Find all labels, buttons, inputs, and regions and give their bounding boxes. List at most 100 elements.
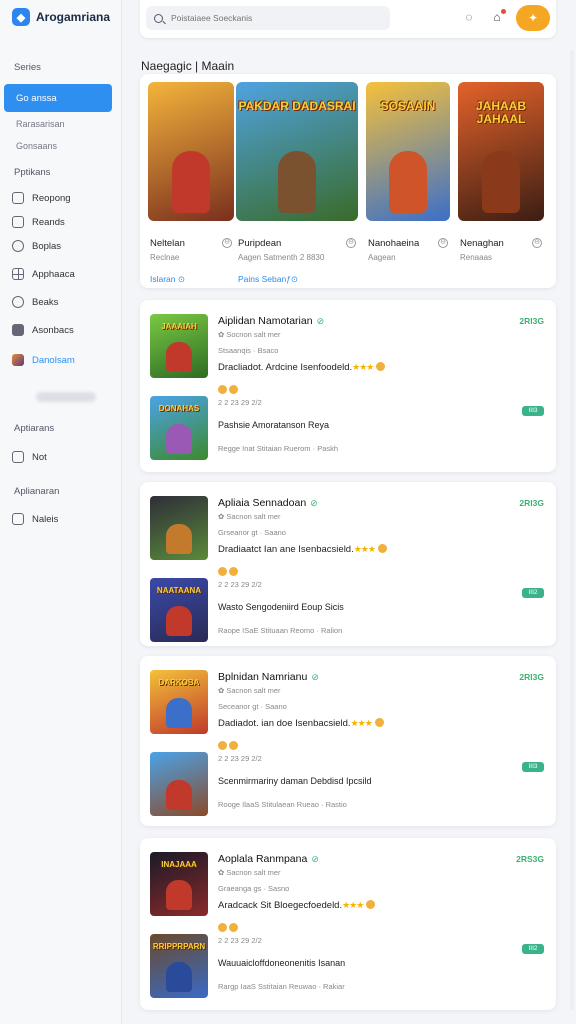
item-title[interactable]: Apliaia Sennadoan ⊘ [218,497,318,509]
reaction-icons[interactable] [218,562,240,580]
sidebar-item-active[interactable]: Go anssa [4,84,112,112]
item-footer: Rooge IlaaS Stitulaean Rueao · Rastio [218,800,347,809]
sidebar-item-apphaaca[interactable]: Apphaaca [12,268,75,280]
sidebar-item-naleis[interactable]: Naleis [12,513,58,525]
coin-icon [218,567,227,576]
scrollbar[interactable] [570,50,574,1010]
item-title[interactable]: Bplnidan Namrianu ⊘ [218,671,319,683]
bolt-button[interactable]: ✦ [516,5,550,31]
notification-dot [501,9,506,14]
game-thumbnail[interactable]: INAJAAA [150,852,208,916]
game-cover-text: PAKDAR DADASRAI [238,99,356,113]
game-character [166,342,192,372]
inbox-icon [12,451,24,463]
list-item[interactable]: JAAAIAH DONAHAS Aiplidan Namotarian ⊘ 2RI… [140,300,556,472]
sidebar-sub-item[interactable]: Gonsaans [16,141,57,151]
item-description-text: Dadiadot. ian doe Isenbacsield. [218,718,351,729]
sidebar-section-label: Series [14,62,41,73]
more-icon[interactable]: ⊖ [222,238,232,248]
game-cover[interactable]: SOSAAIN [366,82,450,221]
item-footer: Rargp IaaS Sstitaian Reuwao · Rakiar [218,982,345,991]
item-title-text: Aoplala Ranmpana [218,853,308,865]
sidebar: ◆ Arogamriana Series Go anssa Rarasarisa… [0,0,122,1024]
star-rating-icon: ★★★ [352,362,374,372]
more-icon[interactable]: ⊖ [532,238,542,248]
list-item[interactable]: INAJAAA RRIPPRPARN Aoplala Ranmpana ⊘ 2RS… [140,838,556,1010]
sidebar-item-label: Danolsam [32,354,75,366]
status-badge: III2 [522,588,544,598]
sidebar-item-label: Not [32,451,47,463]
item-meta: Graeanga gs · Sasno [218,884,290,893]
top-bar: ◌ ⌂ ✦ [140,0,556,38]
list-item[interactable]: DARKOBA Bplnidan Namrianu ⊘ 2RI3G ✿ Sacno… [140,656,556,826]
game-cover[interactable]: JAHAAB JAHAAL [458,82,544,221]
more-icon[interactable]: ⊖ [438,238,448,248]
sidebar-item-not[interactable]: Not [12,451,47,463]
list-item[interactable]: NAATAANA Apliaia Sennadoan ⊘ 2RI3G ✿ Sacn… [140,482,556,646]
coin-icon [377,544,387,553]
coin-icon [229,923,238,932]
item-subtitle: Pashsie Amoratanson Reya [218,420,330,430]
game-thumbnail[interactable]: DONAHAS [150,396,208,460]
thumbnail-text: INAJAAA [161,860,197,869]
item-description: Dracliadot. Ardcine Isenfoodeld.★★★ [218,362,386,373]
sidebar-item-reopong[interactable]: Reopong [12,192,71,204]
game-link[interactable]: Pains Sebanƒ⊙ [238,274,298,285]
bell-icon[interactable]: ⌂ [490,9,506,24]
featured-game[interactable]: JAHAAB JAHAAL Nenaghan ⊖ Renaaas [458,82,544,262]
coin-icon [366,900,376,909]
sidebar-item-danolsam[interactable]: Danolsam [12,354,75,366]
sidebar-item-beaks[interactable]: Beaks [12,296,58,308]
search-input[interactable] [171,13,371,23]
item-subtitle: Wasto Sengodeniird Eoup Sicis [218,602,344,612]
game-thumbnail[interactable]: DARKOBA [150,670,208,734]
featured-game[interactable]: PAKDAR DADASRAI Puripdean ⊖ Aagen Satmen… [236,82,358,284]
item-title[interactable]: Aiplidan Namotarian ⊘ [218,315,324,327]
sidebar-item-label: Beaks [32,296,59,308]
sidebar-sub-item[interactable]: Rarasarisan [16,119,65,129]
search-box[interactable] [146,6,390,30]
grid-icon [12,268,24,280]
game-link[interactable]: Islaran ⊙ [150,274,185,285]
game-cover[interactable]: PAKDAR DADASRAI [236,82,358,221]
sidebar-item-reands[interactable]: Reands [12,216,65,228]
help-icon[interactable]: ◌ [462,10,476,24]
game-thumbnail[interactable]: RRIPPRPARN [150,934,208,998]
game-thumbnail[interactable]: JAAAIAH [150,314,208,378]
sidebar-item-label: Asonbacs [32,324,74,336]
game-name: Puripdean [238,238,282,249]
featured-game[interactable]: Neltelan ⊖ Reclnae Islaran ⊙ [148,82,234,284]
item-meta: ✿ Sacnon salt mer [218,868,281,877]
item-meta: Seceanor gt · Saano [218,702,287,711]
sidebar-item-boplas[interactable]: Boplas [12,240,61,252]
verified-icon: ⊘ [316,316,325,326]
sidebar-item-label: Apphaaca [32,268,75,280]
item-subtitle: Scenmirmariny daman Debdisd Ipcsild [218,776,372,786]
featured-card: Neltelan ⊖ Reclnae Islaran ⊙ PAKDAR DADA… [140,74,556,288]
game-thumb-icon [12,354,24,366]
featured-game[interactable]: SOSAAIN Nanohaeina ⊖ Aagean [366,82,450,262]
reaction-icons[interactable] [218,918,240,936]
sidebar-item-asonbacs[interactable]: Asonbacs [12,324,74,336]
coin-icon [229,741,238,750]
star-rating-icon: ★★★ [353,544,376,554]
more-icon[interactable]: ⊖ [346,238,356,248]
verified-icon: ⊘ [311,854,319,864]
brand-name: Arogamriana [36,10,111,24]
game-thumbnail[interactable] [150,496,208,560]
game-name: Nanohaeina [368,238,420,249]
game-thumbnail[interactable] [150,752,208,816]
search-icon [12,240,24,252]
brand[interactable]: ◆ Arogamriana [12,8,110,26]
status-badge: III3 [522,762,544,772]
game-cover[interactable] [148,82,234,221]
item-title[interactable]: Aoplala Ranmpana ⊘ [218,853,319,865]
game-subtitle: Aagean [368,253,396,262]
item-date: 2 2 23 29 2/2 [218,754,262,763]
item-description: Dradiaatct Ian ane Isenbacsield.★★★ [218,544,387,555]
reaction-icons[interactable] [218,736,240,754]
reaction-icons[interactable] [218,380,240,398]
item-description: Aradcack Sit Bloegecfoedeld.★★★ [218,900,376,911]
game-cover-text: SOSAAIN [380,99,436,113]
game-thumbnail[interactable]: NAATAANA [150,578,208,642]
